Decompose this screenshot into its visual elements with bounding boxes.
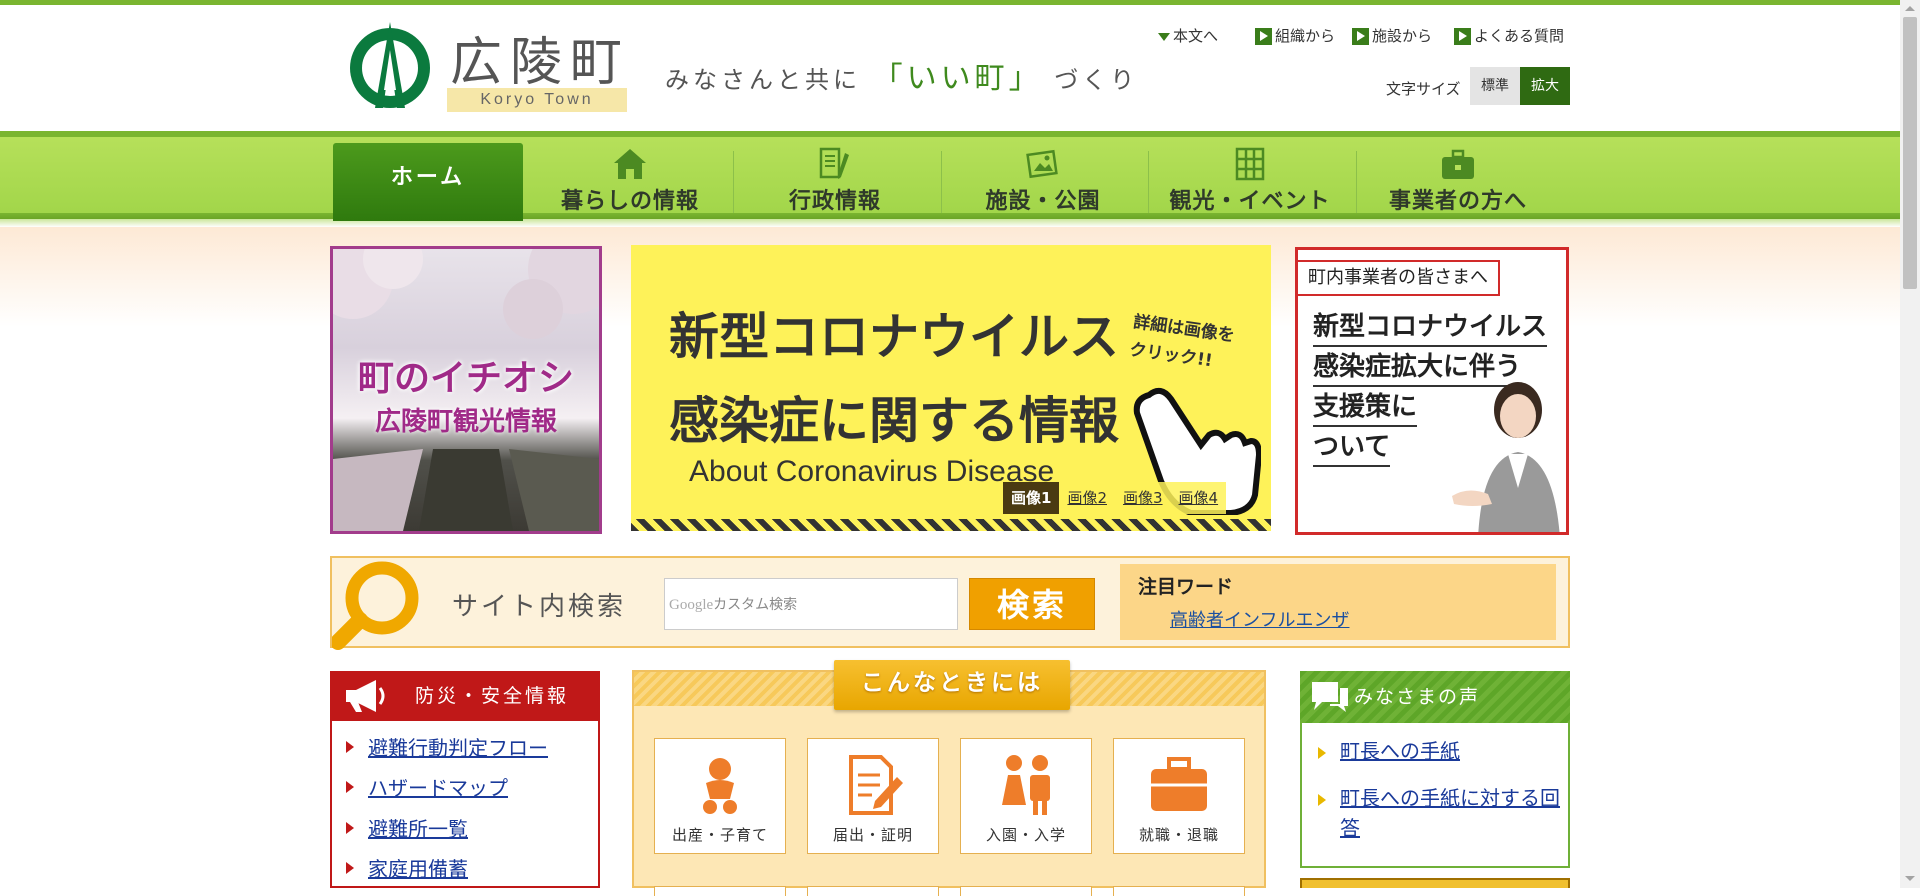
life-event-employment[interactable]: 就職・退職	[1113, 738, 1245, 854]
picture-frame-icon	[1026, 149, 1058, 179]
banner-business-header: 町内事業者の皆さまへ	[1298, 260, 1500, 296]
nav-business[interactable]: 事業者の方へ	[1358, 143, 1558, 214]
by-organization-link[interactable]: 組織から	[1255, 25, 1335, 46]
banner-business-support[interactable]: 町内事業者の皆さまへ 新型コロナウイルス 感染症拡大に伴う 支援策に ついて	[1295, 247, 1569, 535]
page-scrollbar[interactable]	[1900, 0, 1920, 888]
briefcase-icon	[1151, 757, 1207, 811]
tagline: みなさんと共に 「いい町」 づくり	[665, 61, 1139, 96]
calendar-grid-icon	[1235, 147, 1265, 181]
slide-2-button[interactable]: 画像2	[1059, 482, 1115, 514]
faq-link[interactable]: よくある質問	[1454, 25, 1564, 46]
search-input[interactable]: Googleカスタム検索	[664, 578, 958, 630]
by-facility-link[interactable]: 施設から	[1352, 25, 1432, 46]
life-event-childbirth[interactable]: 出産・子育て	[654, 738, 786, 854]
banner-covid-line2: 感染症に関する情報	[669, 392, 1119, 450]
megaphone-icon	[346, 680, 385, 712]
arrow-right-icon	[346, 862, 354, 874]
slideshow-pager: 画像1 画像2 画像3 画像4	[1003, 482, 1227, 514]
nav-administration[interactable]: 行政情報	[735, 143, 935, 214]
banner-business-line: ついて	[1313, 426, 1391, 467]
global-nav: ホーム 暮らしの情報 行政情報 施設・公園 観光・イベント 事業者の方へ	[0, 131, 1900, 227]
font-size-standard-button[interactable]: 標準	[1470, 67, 1520, 105]
bosai-link-shelters[interactable]: 避難所一覧	[368, 813, 468, 842]
banner-covid-detail: 詳細は画像を クリック!!	[1128, 312, 1236, 372]
disaster-safety-header: 防災・安全情報	[330, 671, 600, 721]
operator-woman-illustration	[1452, 382, 1560, 532]
arrow-right-icon	[346, 822, 354, 834]
search-label: サイト内検索	[452, 592, 627, 622]
slide-3-button[interactable]: 画像3	[1114, 482, 1171, 514]
font-size-label: 文字サイズ	[1386, 80, 1461, 98]
bosai-link-home-stockpile[interactable]: 家庭用備蓄	[368, 853, 468, 882]
document-pen-icon	[819, 147, 849, 179]
arrow-right-icon	[346, 741, 354, 753]
speech-bubble-icon	[1312, 682, 1348, 712]
baby-icon	[703, 758, 737, 814]
featured-words-title: 注目ワード	[1138, 576, 1234, 598]
featured-word-link[interactable]: 高齢者インフルエンザ	[1170, 606, 1349, 632]
play-arrow-icon	[1352, 28, 1369, 45]
children-icon	[1002, 755, 1050, 815]
logo-english: Koryo Town	[447, 88, 627, 112]
nav-divider	[733, 151, 734, 213]
town-emblem-icon	[350, 22, 430, 108]
document-sign-icon	[849, 755, 903, 815]
next-panel-partial	[1300, 878, 1570, 888]
house-icon	[614, 149, 646, 179]
briefcase-icon	[1442, 149, 1474, 179]
search-button[interactable]: 検索	[969, 578, 1095, 630]
arrow-right-icon	[1318, 747, 1326, 759]
banner-tourism-line1: 町のイチオシ	[357, 358, 574, 399]
arrow-right-icon	[346, 781, 354, 793]
scrollbar-thumb[interactable]	[1903, 17, 1917, 289]
banner-tourism-line2: 広陵町観光情報	[374, 407, 557, 437]
font-size-large-button[interactable]: 拡大	[1520, 67, 1570, 105]
voice-link-letter-replies[interactable]: 町長への手紙に対する回答	[1340, 783, 1560, 843]
play-arrow-icon	[1255, 28, 1272, 45]
public-voice-header: みなさまの声	[1300, 671, 1570, 723]
life-events-panel: こんなときには 出産・子育て 届出・証明 入園・入学 就職・退職	[632, 660, 1266, 896]
nav-divider	[941, 151, 942, 213]
bosai-link-evacuation-flow[interactable]: 避難行動判定フロー	[368, 732, 548, 761]
scroll-up-arrow-icon[interactable]	[1905, 6, 1915, 11]
nav-living-info[interactable]: 暮らしの情報	[530, 143, 730, 214]
banner-covid-english: About Coronavirus Disease	[689, 455, 1055, 488]
nav-facilities-parks[interactable]: 施設・公園	[943, 143, 1143, 214]
skip-to-content-link[interactable]: 本文へ	[1158, 25, 1218, 46]
life-events-title: こんなときには	[834, 660, 1070, 710]
banner-tourism[interactable]: 町のイチオシ 広陵町観光情報	[330, 246, 602, 534]
life-event-registration[interactable]: 届出・証明	[807, 738, 939, 854]
play-arrow-icon	[1454, 28, 1471, 45]
banner-business-line: 支援策に	[1313, 386, 1418, 427]
arrow-right-icon	[1318, 794, 1326, 806]
scroll-down-arrow-icon[interactable]	[1905, 876, 1915, 881]
nav-divider	[1148, 151, 1149, 213]
nav-home[interactable]: ホーム	[333, 143, 523, 221]
featured-words: 注目ワード 高齢者インフルエンザ	[1120, 564, 1556, 640]
slide-1-button[interactable]: 画像1	[1003, 482, 1060, 514]
down-triangle-icon	[1158, 32, 1170, 41]
nav-tourism-events[interactable]: 観光・イベント	[1150, 143, 1350, 214]
site-search-panel: サイト内検索 Googleカスタム検索 検索 注目ワード 高齢者インフルエンザ	[330, 556, 1570, 650]
voice-link-letter-to-mayor[interactable]: 町長への手紙	[1340, 736, 1460, 766]
slide-4-button[interactable]: 画像4	[1170, 482, 1227, 514]
logo-name: 広陵町	[450, 33, 631, 93]
public-voice-panel: みなさまの声 町長への手紙 町長への手紙に対する回答	[1300, 671, 1570, 868]
nav-divider	[1356, 151, 1357, 213]
banner-business-line: 新型コロナウイルス	[1313, 306, 1548, 347]
magnifier-icon	[332, 561, 419, 650]
hazard-stripe-bottom	[631, 519, 1271, 531]
bosai-link-hazard-map[interactable]: ハザードマップ	[368, 772, 508, 801]
site-header: 広陵町 Koryo Town みなさんと共に 「いい町」 づくり 本文へ 組織か…	[0, 5, 1900, 131]
banner-covid-line1: 新型コロナウイルス	[669, 308, 1119, 366]
life-event-school-entry[interactable]: 入園・入学	[960, 738, 1092, 854]
disaster-safety-panel: 防災・安全情報 避難行動判定フロー ハザードマップ 避難所一覧 家庭用備蓄	[330, 671, 600, 888]
